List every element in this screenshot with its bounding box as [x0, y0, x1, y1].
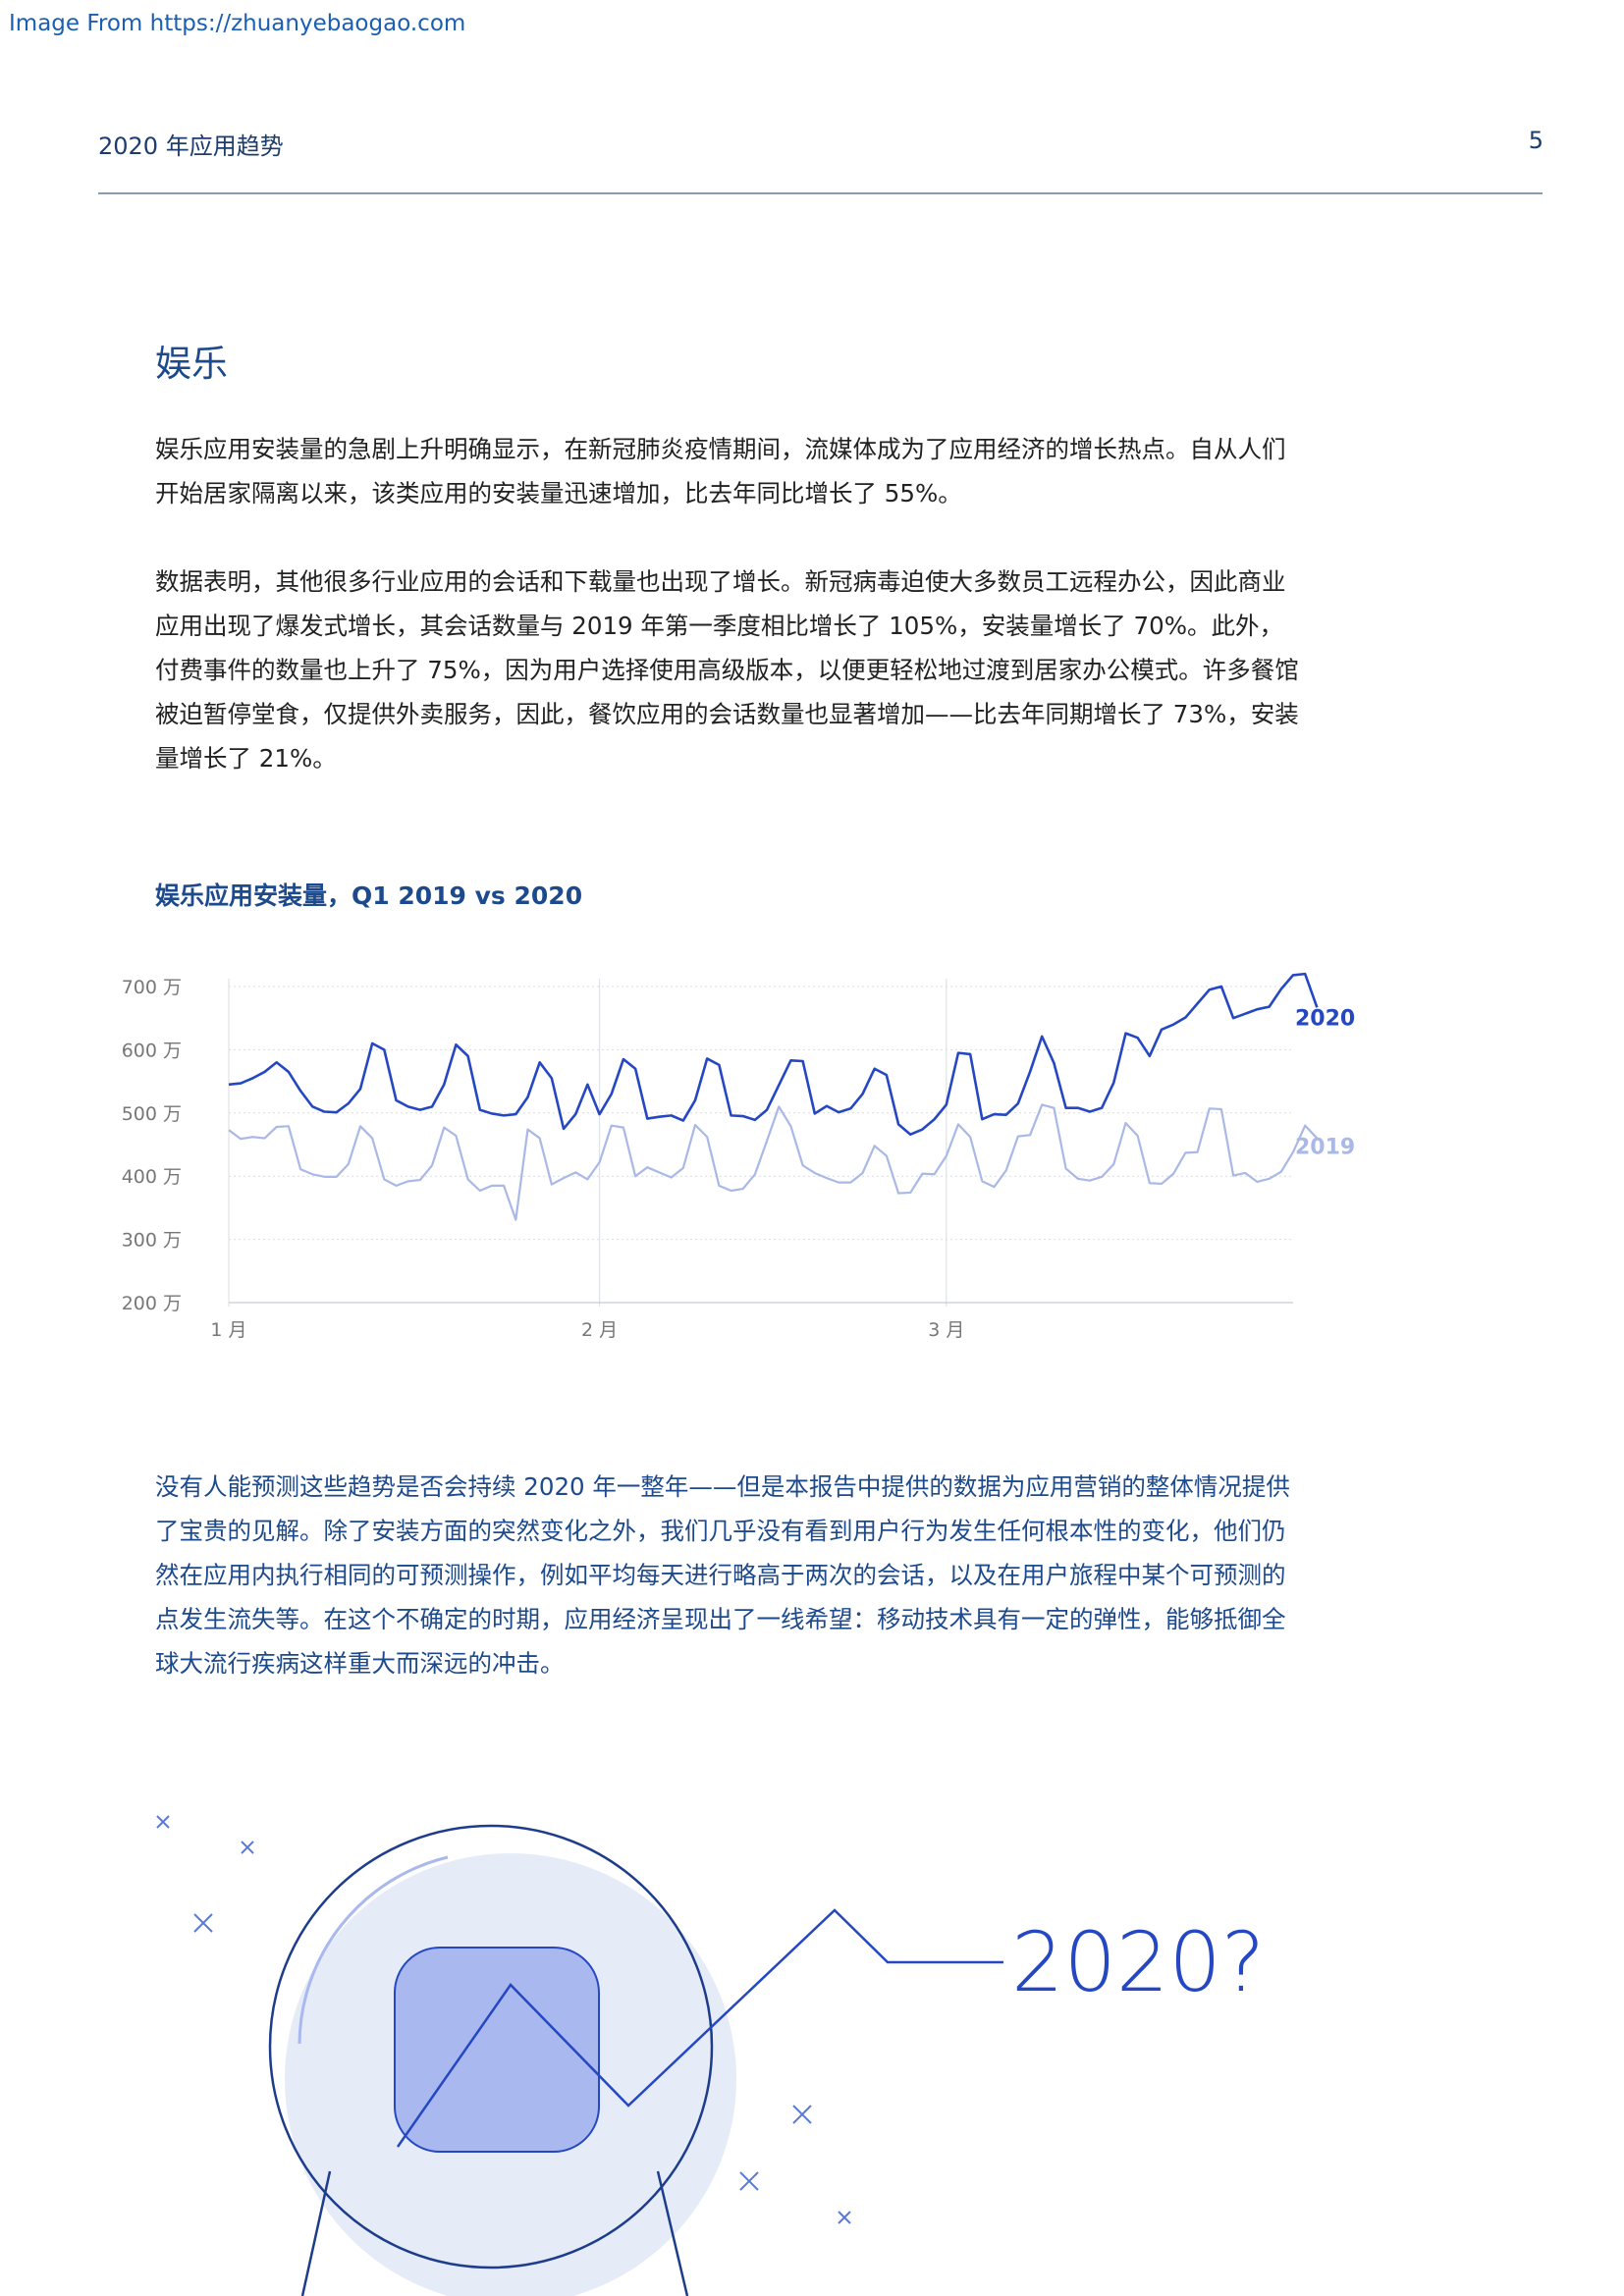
y-tick-label: 500 万 [122, 1103, 182, 1125]
chart-series [228, 972, 1319, 1221]
installs-line-chart: 700 万600 万500 万400 万300 万200 万1 月2 月3 月 … [122, 972, 1355, 1341]
chart-grid [228, 979, 1293, 1307]
y-tick-label: 300 万 [122, 1230, 182, 1252]
header-title: 2020 年应用趋势 [98, 133, 284, 160]
sparkle-icon [838, 2211, 851, 2224]
app-icon-square [394, 1947, 600, 2153]
sparkle-icon [156, 1815, 170, 1829]
sparkle-icon [792, 2105, 812, 2124]
industry-paragraph: 数据表明，其他很多行业应用的会话和下载量也出现了增长。新冠病毒迫使大多数员工远程… [155, 567, 1299, 773]
x-tick-label: 1 月 [210, 1319, 246, 1341]
illustration-2020: 2020? [156, 1815, 1265, 2296]
header-divider [98, 192, 1543, 194]
y-tick-label: 600 万 [122, 1040, 182, 1061]
sparkle-icon [739, 2171, 759, 2191]
y-tick-label: 700 万 [122, 977, 182, 998]
series-line-2020 [228, 972, 1319, 1136]
series-label-2020: 2020 [1295, 1006, 1355, 1031]
series-line-2019 [228, 1103, 1319, 1221]
y-tick-label: 400 万 [122, 1166, 182, 1188]
watermark[interactable]: Image From https://zhuanyebaogao.com [9, 11, 465, 36]
page-number: 5 [1528, 127, 1543, 154]
closing-paragraph: 没有人能预测这些趋势是否会持续 2020 年一整年——但是本报告中提供的数据为应… [155, 1472, 1290, 1678]
y-tick-label: 200 万 [122, 1293, 182, 1314]
illustration-year-label: 2020? [1011, 1914, 1265, 2010]
series-label-2019: 2019 [1295, 1136, 1355, 1160]
chart-title: 娱乐应用安装量，Q1 2019 vs 2020 [155, 881, 583, 910]
x-tick-label: 3 月 [928, 1319, 964, 1341]
intro-paragraph: 娱乐应用安装量的急剧上升明确显示，在新冠肺炎疫情期间，流媒体成为了应用经济的增长… [155, 435, 1286, 507]
sparkle-icon [193, 1913, 213, 1933]
section-title: 娱乐 [155, 343, 228, 385]
chart-series-labels: 2020 2019 [1295, 1006, 1355, 1159]
x-tick-label: 2 月 [581, 1319, 618, 1341]
sparkle-icon [241, 1841, 254, 1854]
